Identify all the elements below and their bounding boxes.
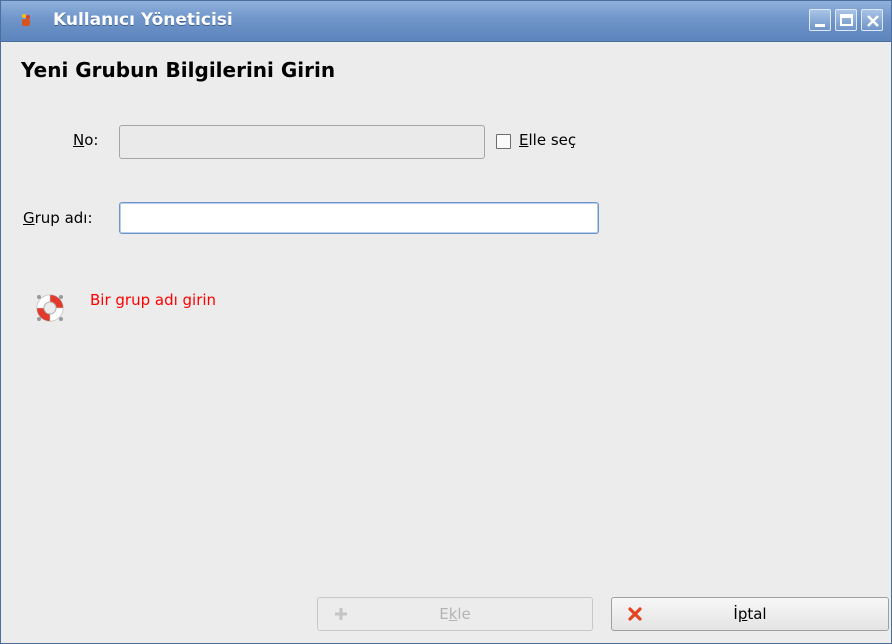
maximize-button[interactable]	[835, 9, 857, 31]
window-title: Kullanıcı Yöneticisi	[53, 10, 233, 30]
cancel-button[interactable]: İptal	[611, 597, 889, 631]
add-button[interactable]: Ekle	[317, 597, 593, 631]
no-label: No:	[73, 131, 99, 149]
dialog-window: Kullanıcı Yöneticisi Yeni Grubun Bilgile…	[0, 0, 892, 644]
error-message: Bir grup adı girin	[90, 291, 217, 309]
page-title: Yeni Grubun Bilgilerini Girin	[21, 58, 336, 82]
close-icon	[867, 15, 879, 27]
minimize-icon	[815, 24, 825, 27]
add-button-label: Ekle	[439, 605, 471, 623]
cancel-button-label: İptal	[733, 605, 767, 623]
group-name-field[interactable]	[119, 202, 599, 234]
group-name-label: Grup adı:	[23, 209, 93, 227]
minimize-button[interactable]	[809, 9, 831, 31]
lifebuoy-icon	[36, 294, 64, 322]
close-button[interactable]	[861, 9, 883, 31]
app-icon	[22, 14, 30, 26]
no-field[interactable]	[119, 125, 485, 159]
manual-select-checkbox[interactable]	[496, 134, 511, 149]
maximize-icon	[840, 14, 853, 26]
manual-select-label[interactable]: Elle seç	[519, 131, 576, 149]
title-bar[interactable]: Kullanıcı Yöneticisi	[1, 1, 891, 42]
